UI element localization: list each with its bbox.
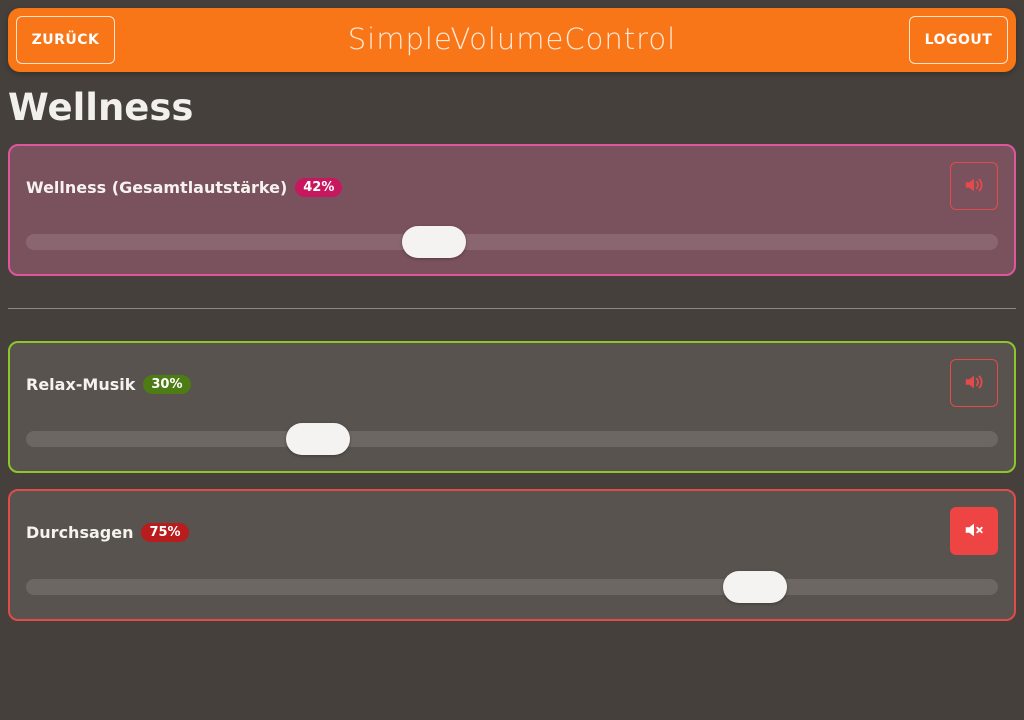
volume-badge: 30% <box>143 375 191 394</box>
app-title: SimpleVolumeControl <box>347 22 677 56</box>
channel-card-durchsagen: Durchsagen 75% <box>8 489 1016 621</box>
channel-header: Relax-Musik 30% <box>26 375 191 394</box>
top-bar: ZURÜCK SimpleVolumeControl LOGOUT <box>8 8 1016 72</box>
channel-name: Durchsagen <box>26 523 134 542</box>
mute-button[interactable] <box>950 359 998 407</box>
volume-badge: 42% <box>295 178 343 197</box>
logout-button[interactable]: LOGOUT <box>909 16 1008 64</box>
channel-header: Wellness (Gesamtlautstärke) 42% <box>26 178 343 197</box>
volume-slider-track[interactable] <box>26 423 998 455</box>
speaker-icon <box>963 371 985 396</box>
volume-slider-track[interactable] <box>26 226 998 258</box>
page-title: Wellness <box>8 86 194 129</box>
channel-name: Relax-Musik <box>26 375 136 394</box>
mute-button[interactable] <box>950 162 998 210</box>
channel-card-master: Wellness (Gesamtlautstärke) 42% <box>8 144 1016 276</box>
volume-slider-track[interactable] <box>26 571 998 603</box>
mute-button[interactable] <box>950 507 998 555</box>
speaker-muted-icon <box>963 519 985 544</box>
volume-badge: 75% <box>141 523 189 542</box>
back-button[interactable]: ZURÜCK <box>16 16 115 64</box>
volume-slider-thumb[interactable] <box>285 423 350 455</box>
channel-card-relax-musik: Relax-Musik 30% <box>8 341 1016 473</box>
channel-header: Durchsagen 75% <box>26 523 189 542</box>
channel-name: Wellness (Gesamtlautstärke) <box>26 178 288 197</box>
speaker-icon <box>963 174 985 199</box>
volume-slider-thumb[interactable] <box>402 226 467 258</box>
volume-slider-thumb[interactable] <box>723 571 787 603</box>
divider <box>8 308 1016 309</box>
